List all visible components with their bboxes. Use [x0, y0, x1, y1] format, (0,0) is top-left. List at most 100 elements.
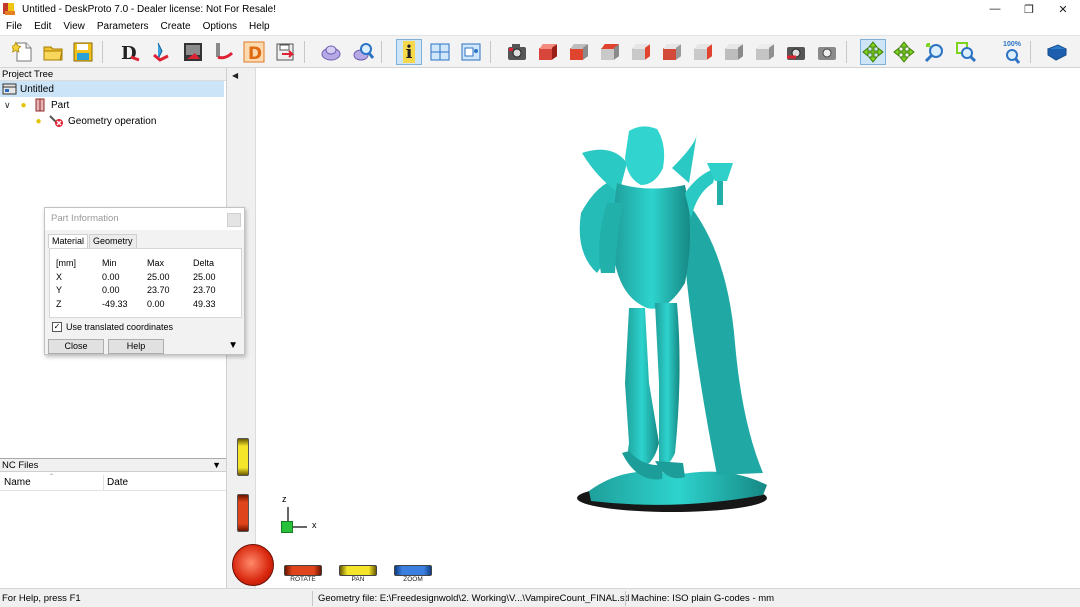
window-title: Untitled - DeskProto 7.0 - Dealer licens…	[22, 3, 276, 15]
menu-view[interactable]: View	[57, 18, 91, 35]
dialog-tabs: Material Geometry	[48, 234, 138, 248]
camera-next-icon[interactable]	[814, 39, 840, 65]
close-button[interactable]: Close	[48, 339, 104, 354]
menu-parameters[interactable]: Parameters	[91, 18, 155, 35]
sort-indicator-icon: ⌃	[49, 474, 55, 480]
column-date[interactable]: Date	[107, 477, 128, 488]
help-book-icon[interactable]	[1044, 39, 1070, 65]
tree-item-untitled[interactable]: Untitled	[0, 81, 224, 97]
view-front-icon[interactable]	[566, 39, 592, 65]
main-toolbar: D D i 100%	[0, 35, 1080, 68]
project-tree-header: Project Tree	[0, 68, 226, 81]
column-name[interactable]: Name	[4, 477, 31, 488]
camera-icon[interactable]	[504, 39, 530, 65]
pan-label: PAN	[351, 576, 365, 583]
axis-x-label: x	[312, 520, 317, 530]
tree-item-part[interactable]: ∨ ● Part	[4, 97, 69, 113]
3d-model-figurine[interactable]	[567, 123, 787, 523]
project-icon	[2, 83, 17, 95]
row-max: 0.00	[147, 299, 165, 309]
menu-edit[interactable]: Edit	[28, 18, 57, 35]
row-min: -49.33	[102, 299, 128, 309]
3d-viewport[interactable]: ◀ ROTATE PAN ZOOM z x	[227, 68, 1080, 588]
part-import-icon[interactable]	[318, 39, 344, 65]
info-icon[interactable]: i	[396, 39, 422, 65]
translated-coords-checkbox[interactable]: ✓ Use translated coordinates	[52, 322, 173, 332]
row-min: 0.00	[102, 285, 120, 295]
checkmark-icon[interactable]: ✓	[52, 322, 62, 332]
tab-geometry[interactable]: Geometry	[89, 234, 137, 248]
row-delta: 23.70	[193, 285, 216, 295]
toolbar-separator	[304, 41, 305, 63]
dealer-icon[interactable]: D	[241, 39, 267, 65]
toolpath-icon[interactable]	[210, 39, 236, 65]
title-bar: Untitled - DeskProto 7.0 - Dealer licens…	[0, 0, 1080, 18]
tree-item-label: Geometry operation	[68, 115, 157, 127]
menu-options[interactable]: Options	[197, 18, 243, 35]
app-logo-icon	[3, 2, 17, 16]
menu-create[interactable]: Create	[155, 18, 197, 35]
tab-material[interactable]: Material	[48, 234, 89, 248]
pan-vertical-lever[interactable]	[237, 438, 249, 476]
toolbar-separator	[1030, 41, 1031, 63]
row-max: 23.70	[147, 285, 170, 295]
menu-file[interactable]: File	[0, 18, 28, 35]
chevron-down-icon[interactable]: ▼	[212, 459, 221, 472]
expand-dialog-icon[interactable]: ▼	[228, 340, 238, 351]
minimize-button[interactable]: —	[978, 0, 1012, 18]
layout-icon[interactable]	[427, 39, 453, 65]
zoom-lever[interactable]	[394, 565, 432, 576]
view-left-icon[interactable]	[628, 39, 654, 65]
zoom-100-icon[interactable]: 100%	[999, 39, 1025, 65]
render-image-icon[interactable]	[180, 39, 206, 65]
zoom-level-label: 100%	[1003, 40, 1021, 48]
part-search-icon[interactable]	[350, 39, 376, 65]
visibility-bulb-icon[interactable]: ●	[19, 100, 28, 111]
view-top-icon[interactable]	[690, 39, 716, 65]
rotate-vertical-lever[interactable]	[237, 494, 249, 532]
view-cube-icon[interactable]	[752, 39, 778, 65]
view-bottom-icon[interactable]	[721, 39, 747, 65]
dialog-close-icon[interactable]	[227, 213, 241, 227]
zoom-window-icon[interactable]	[953, 39, 979, 65]
help-button[interactable]: Help	[108, 339, 164, 354]
tree-item-geometry-operation[interactable]: ● Geometry operation	[34, 113, 156, 129]
tree-item-label: Part	[51, 99, 70, 111]
rotate-lever[interactable]	[284, 565, 322, 576]
view-right-icon[interactable]	[659, 39, 685, 65]
export-icon[interactable]	[272, 39, 298, 65]
dialog-title: Part Information	[45, 208, 244, 230]
rotate-dial[interactable]	[232, 544, 274, 586]
column-divider[interactable]	[103, 475, 104, 491]
window-icon[interactable]	[458, 39, 484, 65]
row-max: 25.00	[147, 272, 170, 282]
toolbar-separator	[846, 41, 847, 63]
toolbar-separator	[102, 41, 103, 63]
draw-geometry-icon[interactable]: D	[117, 39, 143, 65]
save-icon[interactable]	[70, 39, 96, 65]
svg-text:D: D	[248, 44, 262, 63]
new-file-icon[interactable]	[10, 39, 36, 65]
view-iso-icon[interactable]	[535, 39, 561, 65]
camera-prev-icon[interactable]	[783, 39, 809, 65]
visibility-bulb-icon[interactable]: ●	[34, 116, 43, 127]
restore-button[interactable]: ❐	[1012, 0, 1046, 18]
expand-arrow-icon[interactable]: ∨	[4, 100, 14, 111]
open-folder-icon[interactable]	[40, 39, 66, 65]
import-icon[interactable]	[148, 39, 174, 65]
rotate-mode-icon[interactable]	[860, 39, 886, 65]
nc-files-columns: Name ⌃ Date	[0, 474, 226, 491]
menu-help[interactable]: Help	[243, 18, 276, 35]
toolbar-separator	[490, 41, 491, 63]
row-delta: 25.00	[193, 272, 216, 282]
pan-mode-icon[interactable]	[891, 39, 917, 65]
axis-origin-cube	[281, 521, 293, 533]
checkbox-label: Use translated coordinates	[66, 322, 174, 332]
view-back-icon[interactable]	[597, 39, 623, 65]
collapse-panel-icon[interactable]: ◀	[232, 71, 238, 80]
pan-lever[interactable]	[339, 565, 377, 576]
nc-files-header: NC Files	[2, 460, 39, 471]
zoom-mode-icon[interactable]	[922, 39, 948, 65]
dimensions-table: [mm] Min Max Delta X 0.00 25.00 25.00 Y …	[49, 248, 242, 318]
close-window-button[interactable]: ✕	[1046, 0, 1080, 18]
